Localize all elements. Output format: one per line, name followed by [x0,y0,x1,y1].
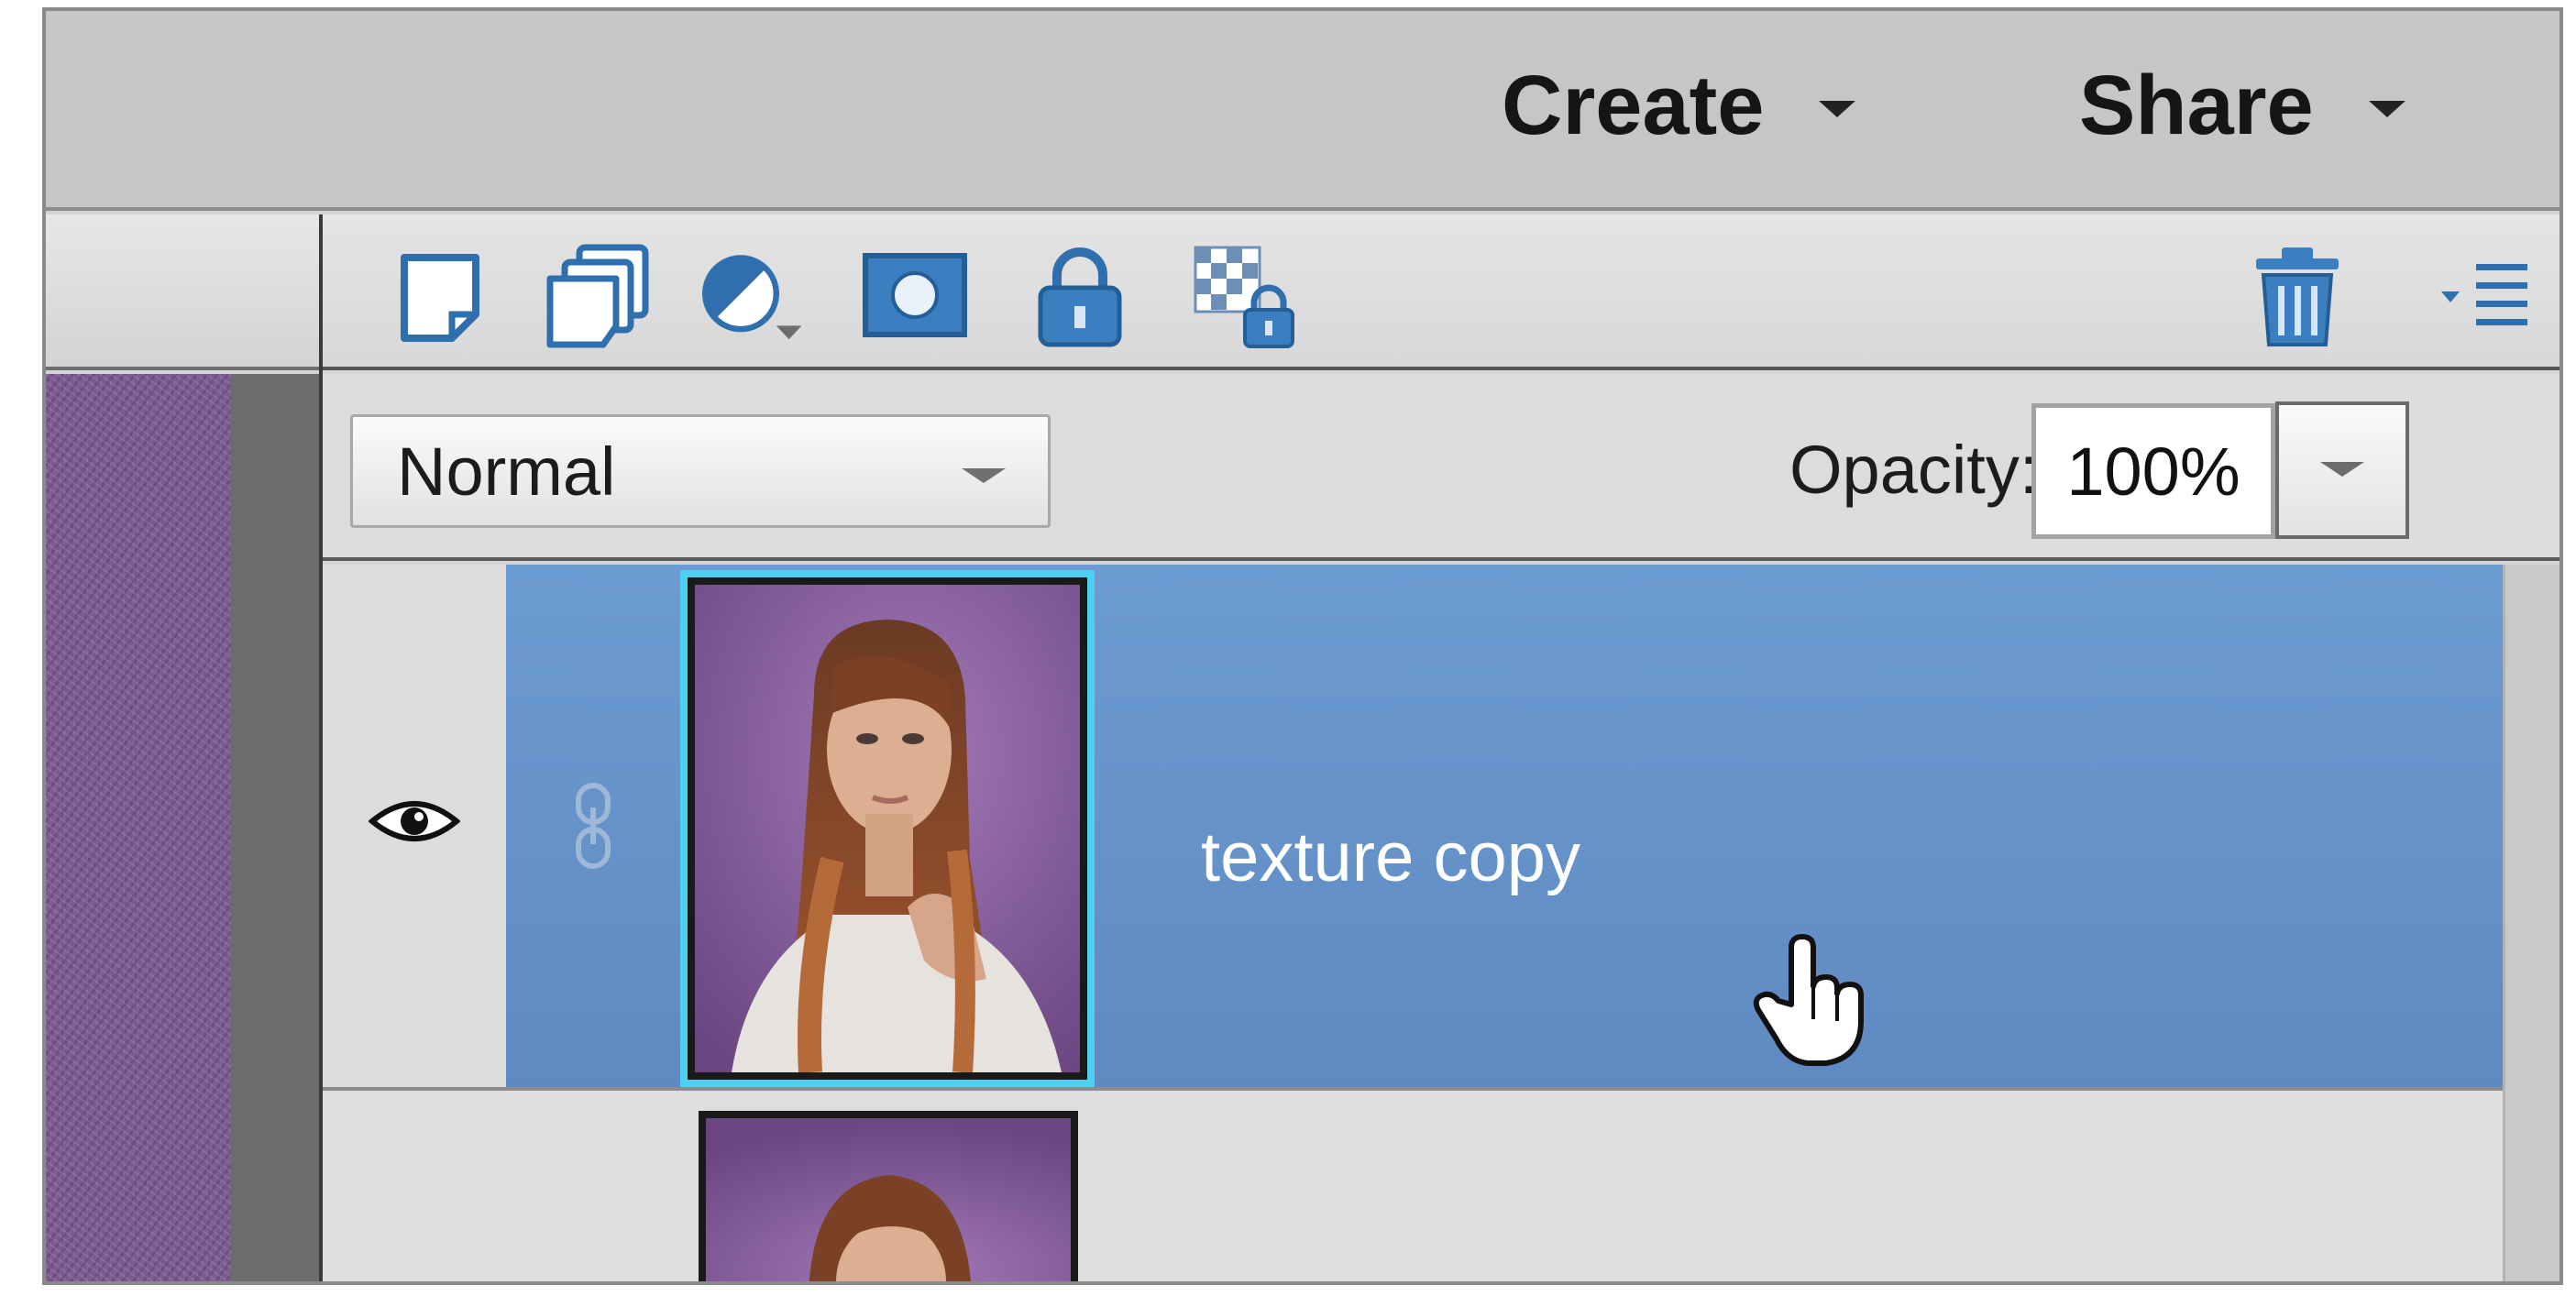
chevron-down-icon [1819,101,1856,117]
trash-icon[interactable] [2242,242,2352,352]
left-panel-header [46,214,319,370]
share-menu-button[interactable]: Share [2079,55,2405,156]
layer-mask-icon[interactable] [860,242,970,352]
new-group-icon[interactable] [543,242,653,352]
layers-scrollbar[interactable] [2503,565,2559,1281]
layer-row[interactable] [323,1091,2503,1281]
top-bar: Create Share [46,11,2559,211]
blend-options-row: Normal Opacity: 100% [323,374,2559,561]
opacity-dropdown-button[interactable] [2275,401,2409,539]
visibility-toggle[interactable] [323,565,506,1087]
opacity-label: Opacity: [1789,432,2039,508]
link-icon[interactable] [506,565,680,1087]
layer-thumbnail[interactable] [699,1111,1078,1281]
blend-mode-select[interactable]: Normal [350,414,1051,528]
panel-menu-icon[interactable] [2431,242,2541,352]
layer-thumbnail[interactable] [680,570,1095,1087]
hand-cursor-icon [1753,934,1864,1066]
blend-mode-value: Normal [397,433,616,510]
new-layer-icon[interactable] [391,242,501,352]
create-menu-button[interactable]: Create [1502,55,1856,156]
layers-list: texture copy [323,565,2559,1281]
portrait-thumbnail [695,585,1080,1072]
canvas-texture-preview [46,374,231,1281]
layers-toolbar [323,214,2559,370]
chevron-down-icon [2368,101,2405,117]
lock-all-icon[interactable] [1025,242,1135,352]
eye-icon [369,801,460,841]
layers-panel-window: Create Share Normal Opacity: 100% textur… [42,7,2563,1285]
opacity-input[interactable]: 100% [2031,403,2275,539]
visibility-toggle[interactable] [323,1091,506,1281]
share-label: Share [2079,58,2314,152]
lock-transparency-icon[interactable] [1190,242,1300,352]
canvas-edge [231,374,319,1281]
layer-row[interactable]: texture copy [323,565,2503,1091]
layer-name[interactable]: texture copy [1201,818,1580,897]
chevron-down-icon [2320,462,2364,477]
adjustment-layer-icon[interactable] [697,242,807,352]
create-label: Create [1502,58,1765,152]
portrait-thumbnail [706,1118,1071,1281]
chevron-down-icon [962,468,1006,483]
